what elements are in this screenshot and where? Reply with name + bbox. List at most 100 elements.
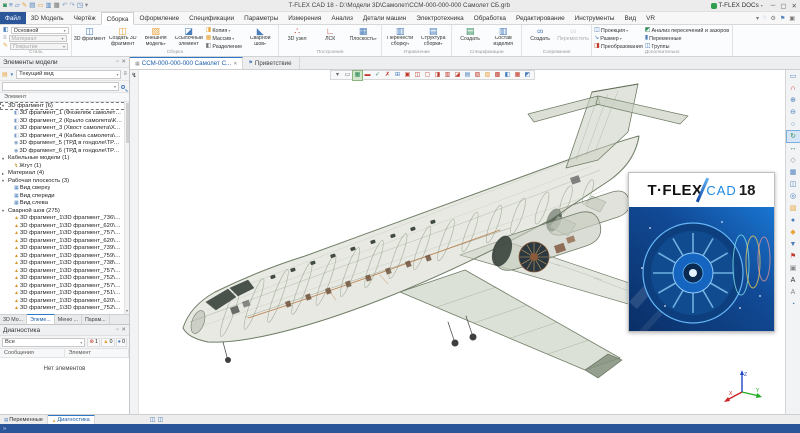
viewport-tool-icon[interactable]: ▦ <box>513 71 522 80</box>
view-tool-icon[interactable]: ◇ <box>787 155 800 166</box>
quick-access-icon[interactable]: ≡ <box>9 1 13 11</box>
view-tool-icon[interactable]: ◎ <box>787 191 800 202</box>
viewport-tool-icon[interactable]: ▩ <box>493 71 502 80</box>
menu-extra-icon[interactable]: ⚑ <box>780 15 785 22</box>
tflex-docs-button[interactable]: T-FLEX DOCs ▾ <box>711 2 763 9</box>
tree-item[interactable]: ◧ 3D фрагмент_3 (Хвост самолета\ХС-1-... <box>0 125 129 133</box>
ribbon-small-button[interactable]: ◨ Преобразования <box>594 43 644 50</box>
ribbon-small-button[interactable]: ◨ Копия ▾ <box>206 27 243 34</box>
tree-item[interactable]: ▾ Сварной шов (275) <box>0 207 129 215</box>
viewport-tool-icon[interactable]: ▭ <box>343 71 352 80</box>
layout-toggle-icon[interactable]: ◫ <box>157 416 163 423</box>
view-tool-icon[interactable]: ▦ <box>787 167 800 178</box>
tree-item[interactable]: ◧ 3D фрагмент_1 (Фюзеляж самолета\Ф... <box>0 110 129 118</box>
view-tool-icon[interactable]: ⊖ <box>787 107 800 118</box>
diagnostics-badge[interactable]: ⊗ 1 <box>87 338 100 347</box>
tree-item[interactable]: ▲ 3D фрагмент_1\3D фрагмент_757\Сва... <box>0 230 129 238</box>
view-tool-icon[interactable]: ● <box>787 215 800 226</box>
viewport-tool-icon[interactable]: ✗ <box>383 71 392 80</box>
tree-item[interactable]: ◧ 3D фрагмент_2 (Крыло самолета\КРС... <box>0 117 129 125</box>
ribbon-button[interactable]: ∞ Переместить <box>557 26 589 47</box>
ribbon-tab[interactable]: VR <box>641 12 660 24</box>
viewport-tool-icon[interactable]: ▧ <box>473 71 482 80</box>
ribbon-tab[interactable]: Анализ <box>326 12 358 24</box>
tree-item[interactable]: ▲ 3D фрагмент_1\3D фрагмент_751\Сва... <box>0 290 129 298</box>
viewport-tool-icon[interactable]: ▨ <box>483 71 492 80</box>
ribbon-small-button[interactable]: ◫ Группы <box>645 43 730 50</box>
viewport-tool-icon[interactable]: ▣ <box>403 71 412 80</box>
bottom-panel-tab[interactable]: ▲ Диагностика <box>48 415 95 424</box>
viewport-tool-icon[interactable]: ◪ <box>453 71 462 80</box>
view-selector[interactable]: Текущий вид ▾ <box>16 70 121 79</box>
view-tool-icon[interactable]: ↻ <box>787 131 800 142</box>
expand-arrow-icon[interactable]: ▾ <box>2 178 7 183</box>
ribbon-tab[interactable]: Файл <box>0 12 26 24</box>
tree-item[interactable]: ▸ Материал (4) <box>0 170 129 178</box>
viewport-tool-icon[interactable]: ⊞ <box>393 71 402 80</box>
window-control-button[interactable]: ▢ <box>780 2 786 10</box>
document-tab[interactable]: ⚑ Приветствие <box>243 57 299 69</box>
tree-item[interactable]: ▲ 3D фрагмент_1\3D фрагмент_757\Сва... <box>0 267 129 275</box>
search-icon[interactable] <box>121 85 125 89</box>
auto-menu-icon[interactable]: ↯ <box>131 72 136 79</box>
document-tab[interactable]: ▦ ССМ-000-000-000 Самолет С... ✕ <box>130 57 243 69</box>
tree-item[interactable]: ▲ 3D фрагмент_1\3D фрагмент_752\Сва... <box>0 275 129 283</box>
diagnostics-filter[interactable]: Все ▾ <box>2 338 85 347</box>
style-combobox[interactable]: Основной▾ <box>11 27 69 34</box>
column-header-element[interactable]: Элемент <box>65 349 130 357</box>
viewport-tool-icon[interactable]: ◨ <box>433 71 442 80</box>
quick-access-icon[interactable]: ▭ <box>37 1 43 11</box>
ribbon-button[interactable]: ▥ Перенести сборку▾ <box>384 26 416 47</box>
ribbon-button[interactable]: ▤ Создать <box>454 26 486 47</box>
list-options-icon[interactable]: ≡ <box>123 71 127 77</box>
ribbon-button[interactable]: ◫ 3D фрагмент <box>74 26 106 47</box>
ribbon-button[interactable]: ∞ Создать <box>524 26 556 47</box>
window-control-button[interactable]: ─ <box>771 2 776 10</box>
expand-arrow-icon[interactable]: ▾ <box>2 103 7 108</box>
pin-icon[interactable]: ▫ <box>116 59 118 65</box>
tree-item[interactable]: ◧ 3D фрагмент_4 (Кабина самолета\КБС... <box>0 132 129 140</box>
tree-item[interactable]: ▲ 3D фрагмент_1\3D фрагмент_759\Сва... <box>0 252 129 260</box>
view-tool-icon[interactable]: ↔ <box>787 143 800 154</box>
ribbon-button[interactable]: ◫ Создать 3D фрагмент <box>107 26 139 47</box>
ribbon-tab[interactable]: Редактирование <box>511 12 570 24</box>
ribbon-tab[interactable]: Чертёж <box>69 12 101 24</box>
search-input[interactable]: ▾ <box>2 82 119 91</box>
status-icon[interactable]: » <box>3 426 6 432</box>
quick-access-icon[interactable]: ◙ <box>3 1 7 11</box>
view-tool-icon[interactable]: ▧ <box>787 203 800 214</box>
tree-item[interactable]: ▾ Рабочая плоскость (3) <box>0 177 129 185</box>
close-tab-icon[interactable]: ✕ <box>233 61 237 67</box>
tree-item[interactable]: ◉ 3D фрагмент_6 (ТРД в гондоле\ТРДГ-1... <box>0 147 129 155</box>
quick-access-icon[interactable]: ◳ <box>77 1 83 11</box>
tree-item[interactable]: ▲ 3D фрагмент_1\3D фрагмент_752\Сва... <box>0 305 129 313</box>
viewport-tool-icon[interactable]: ▬ <box>363 71 372 80</box>
view-tool-icon[interactable]: ⊕ <box>787 95 800 106</box>
tree-item[interactable]: ▲ 3D фрагмент_1\3D фрагмент_620\Сва... <box>0 222 129 230</box>
view-tool-icon[interactable]: ⚑ <box>787 251 800 262</box>
ribbon-tab[interactable]: Спецификации <box>184 12 239 24</box>
pin-icon[interactable]: ▫ <box>116 327 118 333</box>
ribbon-tab[interactable]: Параметры <box>239 12 283 24</box>
sidebar-tab[interactable]: Меню ... <box>55 315 82 324</box>
window-control-button[interactable]: ✕ <box>792 2 797 10</box>
view-tool-icon[interactable]: ▭ <box>787 71 800 82</box>
quick-access-icon[interactable]: ▱ <box>15 1 20 11</box>
view-tool-icon[interactable]: A <box>787 287 800 298</box>
tree-item[interactable]: ◉ 3D фрагмент_5 (ТРД в гондоле\ТРДГ-1... <box>0 140 129 148</box>
menu-extra-icon[interactable]: ⚙ <box>771 15 776 22</box>
ribbon-small-button[interactable]: ↘ Размер ▾ <box>594 35 644 42</box>
viewport-tool-icon[interactable]: ▢ <box>423 71 432 80</box>
style-combobox[interactable]: Покрытие▾ <box>10 43 68 50</box>
tree-item[interactable]: ▲ 3D фрагмент_1\3D фрагмент_738\Сва... <box>0 260 129 268</box>
ribbon-small-button[interactable]: ◫ Проекция ▾ <box>594 27 644 34</box>
view-tool-icon[interactable]: ○ <box>787 119 800 130</box>
diagnostics-badge[interactable]: ● 0 <box>116 338 127 347</box>
tree-item[interactable]: ▾ Кабельные модели (1) <box>0 155 129 163</box>
ribbon-button[interactable]: ▧ Внешняя модель▾ <box>140 26 172 47</box>
layout-toggle-icon[interactable]: ◫ <box>150 416 156 423</box>
quick-access-icon[interactable]: ▤ <box>29 1 35 11</box>
3d-viewport[interactable]: ↯ ▾ ▭ ▦ ▬ ✓ ✗ <box>130 70 800 414</box>
style-combobox[interactable]: Материал▾ <box>9 35 67 42</box>
tree-scrollbar[interactable]: ▾ <box>124 102 129 314</box>
